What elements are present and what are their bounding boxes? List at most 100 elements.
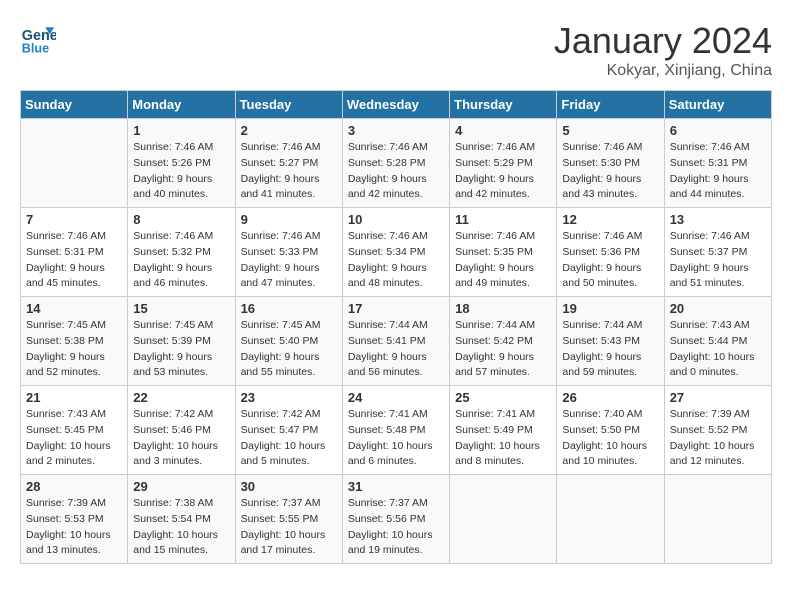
day-number: 2 <box>241 123 337 138</box>
calendar-cell: 5 Sunrise: 7:46 AMSunset: 5:30 PMDaylight… <box>557 119 664 208</box>
day-number: 3 <box>348 123 444 138</box>
logo-icon: General Blue <box>20 20 56 56</box>
cell-info: Sunrise: 7:44 AMSunset: 5:43 PMDaylight:… <box>562 318 658 381</box>
cell-info: Sunrise: 7:46 AMSunset: 5:30 PMDaylight:… <box>562 140 658 203</box>
cell-info: Sunrise: 7:42 AMSunset: 5:47 PMDaylight:… <box>241 407 337 470</box>
header-cell-friday: Friday <box>557 91 664 119</box>
cell-info: Sunrise: 7:39 AMSunset: 5:52 PMDaylight:… <box>670 407 766 470</box>
cell-info: Sunrise: 7:43 AMSunset: 5:44 PMDaylight:… <box>670 318 766 381</box>
day-number: 15 <box>133 301 229 316</box>
calendar-cell: 11 Sunrise: 7:46 AMSunset: 5:35 PMDayligh… <box>450 208 557 297</box>
day-number: 18 <box>455 301 551 316</box>
calendar-cell: 10Sunrise: 7:46 AMSunset: 5:34 PMDayligh… <box>342 208 449 297</box>
cell-info: Sunrise: 7:38 AMSunset: 5:54 PMDaylight:… <box>133 496 229 559</box>
day-number: 11 <box>455 212 551 227</box>
header-cell-thursday: Thursday <box>450 91 557 119</box>
calendar-cell: 22 Sunrise: 7:42 AMSunset: 5:46 PMDayligh… <box>128 386 235 475</box>
calendar-cell: 28Sunrise: 7:39 AMSunset: 5:53 PMDayligh… <box>21 475 128 564</box>
day-number: 21 <box>26 390 122 405</box>
calendar-cell <box>21 119 128 208</box>
cell-info: Sunrise: 7:40 AMSunset: 5:50 PMDaylight:… <box>562 407 658 470</box>
cell-info: Sunrise: 7:45 AMSunset: 5:38 PMDaylight:… <box>26 318 122 381</box>
day-number: 28 <box>26 479 122 494</box>
header-row: SundayMondayTuesdayWednesdayThursdayFrid… <box>21 91 772 119</box>
calendar-week-5: 28Sunrise: 7:39 AMSunset: 5:53 PMDayligh… <box>21 475 772 564</box>
cell-info: Sunrise: 7:41 AMSunset: 5:48 PMDaylight:… <box>348 407 444 470</box>
calendar-cell: 18 Sunrise: 7:44 AMSunset: 5:42 PMDayligh… <box>450 297 557 386</box>
cell-info: Sunrise: 7:37 AMSunset: 5:55 PMDaylight:… <box>241 496 337 559</box>
cell-info: Sunrise: 7:42 AMSunset: 5:46 PMDaylight:… <box>133 407 229 470</box>
cell-info: Sunrise: 7:45 AMSunset: 5:40 PMDaylight:… <box>241 318 337 381</box>
header-cell-sunday: Sunday <box>21 91 128 119</box>
calendar-cell: 9 Sunrise: 7:46 AMSunset: 5:33 PMDaylight… <box>235 208 342 297</box>
day-number: 20 <box>670 301 766 316</box>
calendar-header: SundayMondayTuesdayWednesdayThursdayFrid… <box>21 91 772 119</box>
cell-info: Sunrise: 7:46 AMSunset: 5:31 PMDaylight:… <box>670 140 766 203</box>
cell-info: Sunrise: 7:46 AMSunset: 5:32 PMDaylight:… <box>133 229 229 292</box>
day-number: 9 <box>241 212 337 227</box>
month-title: January 2024 <box>554 20 772 62</box>
calendar-week-1: 1 Sunrise: 7:46 AMSunset: 5:26 PMDaylight… <box>21 119 772 208</box>
day-number: 13 <box>670 212 766 227</box>
calendar-cell: 23 Sunrise: 7:42 AMSunset: 5:47 PMDayligh… <box>235 386 342 475</box>
calendar-cell: 30 Sunrise: 7:37 AMSunset: 5:55 PMDayligh… <box>235 475 342 564</box>
calendar-week-3: 14 Sunrise: 7:45 AMSunset: 5:38 PMDayligh… <box>21 297 772 386</box>
header-cell-saturday: Saturday <box>664 91 771 119</box>
cell-info: Sunrise: 7:46 AMSunset: 5:36 PMDaylight:… <box>562 229 658 292</box>
cell-info: Sunrise: 7:46 AMSunset: 5:35 PMDaylight:… <box>455 229 551 292</box>
calendar-week-2: 7 Sunrise: 7:46 AMSunset: 5:31 PMDaylight… <box>21 208 772 297</box>
calendar-cell: 24Sunrise: 7:41 AMSunset: 5:48 PMDayligh… <box>342 386 449 475</box>
calendar-cell: 3 Sunrise: 7:46 AMSunset: 5:28 PMDaylight… <box>342 119 449 208</box>
day-number: 23 <box>241 390 337 405</box>
calendar-cell: 14 Sunrise: 7:45 AMSunset: 5:38 PMDayligh… <box>21 297 128 386</box>
day-number: 22 <box>133 390 229 405</box>
calendar-cell: 19Sunrise: 7:44 AMSunset: 5:43 PMDayligh… <box>557 297 664 386</box>
day-number: 25 <box>455 390 551 405</box>
calendar-cell: 6 Sunrise: 7:46 AMSunset: 5:31 PMDaylight… <box>664 119 771 208</box>
cell-info: Sunrise: 7:46 AMSunset: 5:31 PMDaylight:… <box>26 229 122 292</box>
calendar-cell: 25Sunrise: 7:41 AMSunset: 5:49 PMDayligh… <box>450 386 557 475</box>
calendar-cell: 27Sunrise: 7:39 AMSunset: 5:52 PMDayligh… <box>664 386 771 475</box>
header-cell-monday: Monday <box>128 91 235 119</box>
cell-info: Sunrise: 7:46 AMSunset: 5:37 PMDaylight:… <box>670 229 766 292</box>
calendar-week-4: 21Sunrise: 7:43 AMSunset: 5:45 PMDayligh… <box>21 386 772 475</box>
calendar-cell <box>557 475 664 564</box>
cell-info: Sunrise: 7:46 AMSunset: 5:28 PMDaylight:… <box>348 140 444 203</box>
day-number: 7 <box>26 212 122 227</box>
page-header: General Blue January 2024 Kokyar, Xinjia… <box>20 20 772 80</box>
cell-info: Sunrise: 7:46 AMSunset: 5:33 PMDaylight:… <box>241 229 337 292</box>
calendar-cell: 20 Sunrise: 7:43 AMSunset: 5:44 PMDayligh… <box>664 297 771 386</box>
calendar-cell <box>450 475 557 564</box>
day-number: 26 <box>562 390 658 405</box>
calendar-cell: 15Sunrise: 7:45 AMSunset: 5:39 PMDayligh… <box>128 297 235 386</box>
calendar-cell: 16Sunrise: 7:45 AMSunset: 5:40 PMDayligh… <box>235 297 342 386</box>
day-number: 1 <box>133 123 229 138</box>
day-number: 17 <box>348 301 444 316</box>
day-number: 31 <box>348 479 444 494</box>
calendar-cell: 26 Sunrise: 7:40 AMSunset: 5:50 PMDayligh… <box>557 386 664 475</box>
header-cell-tuesday: Tuesday <box>235 91 342 119</box>
cell-info: Sunrise: 7:44 AMSunset: 5:41 PMDaylight:… <box>348 318 444 381</box>
calendar-cell: 21Sunrise: 7:43 AMSunset: 5:45 PMDayligh… <box>21 386 128 475</box>
location-subtitle: Kokyar, Xinjiang, China <box>554 62 772 80</box>
calendar-cell: 8Sunrise: 7:46 AMSunset: 5:32 PMDaylight… <box>128 208 235 297</box>
day-number: 6 <box>670 123 766 138</box>
cell-info: Sunrise: 7:44 AMSunset: 5:42 PMDaylight:… <box>455 318 551 381</box>
cell-info: Sunrise: 7:46 AMSunset: 5:34 PMDaylight:… <box>348 229 444 292</box>
cell-info: Sunrise: 7:46 AMSunset: 5:26 PMDaylight:… <box>133 140 229 203</box>
day-number: 5 <box>562 123 658 138</box>
cell-info: Sunrise: 7:46 AMSunset: 5:29 PMDaylight:… <box>455 140 551 203</box>
calendar-cell: 17 Sunrise: 7:44 AMSunset: 5:41 PMDayligh… <box>342 297 449 386</box>
calendar-cell: 31Sunrise: 7:37 AMSunset: 5:56 PMDayligh… <box>342 475 449 564</box>
calendar-cell: 1 Sunrise: 7:46 AMSunset: 5:26 PMDaylight… <box>128 119 235 208</box>
calendar-cell: 13 Sunrise: 7:46 AMSunset: 5:37 PMDayligh… <box>664 208 771 297</box>
header-cell-wednesday: Wednesday <box>342 91 449 119</box>
day-number: 29 <box>133 479 229 494</box>
day-number: 30 <box>241 479 337 494</box>
day-number: 12 <box>562 212 658 227</box>
cell-info: Sunrise: 7:46 AMSunset: 5:27 PMDaylight:… <box>241 140 337 203</box>
calendar-body: 1 Sunrise: 7:46 AMSunset: 5:26 PMDaylight… <box>21 119 772 564</box>
day-number: 14 <box>26 301 122 316</box>
calendar-table: SundayMondayTuesdayWednesdayThursdayFrid… <box>20 90 772 564</box>
calendar-cell: 7 Sunrise: 7:46 AMSunset: 5:31 PMDaylight… <box>21 208 128 297</box>
